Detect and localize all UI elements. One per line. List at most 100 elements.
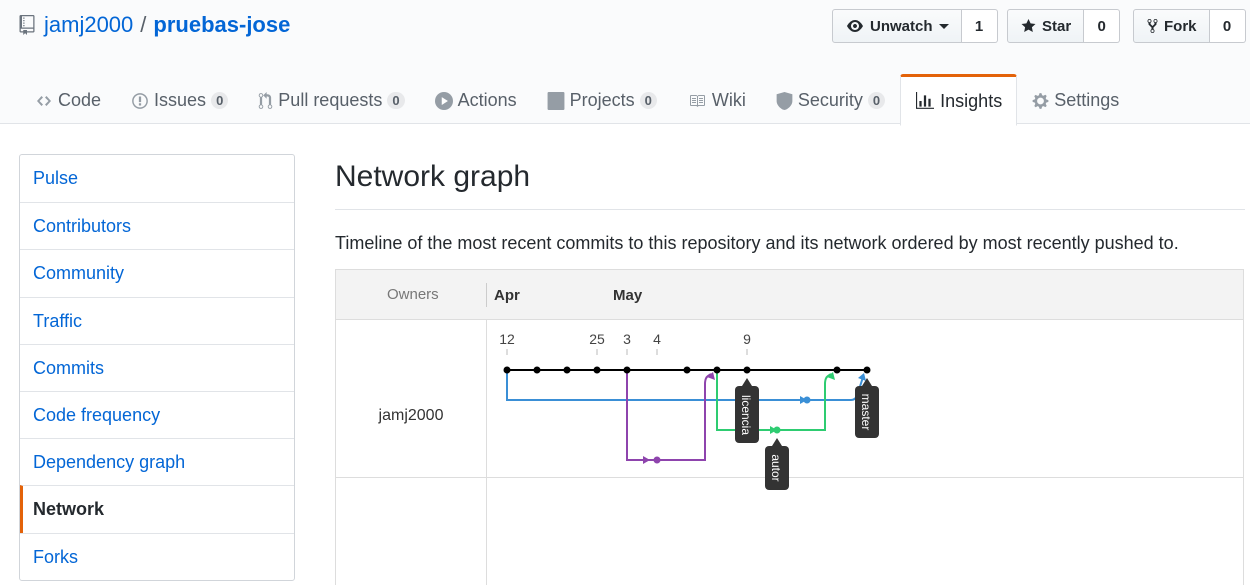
commit-dot[interactable] [743, 366, 751, 374]
branch-label-licencia-text: licencia [739, 395, 753, 435]
sidebar-item-contributors[interactable]: Contributors [20, 202, 294, 249]
play-icon [434, 91, 453, 110]
tab-wiki-label: Wiki [711, 90, 746, 110]
projects-count-badge: 0 [639, 92, 657, 109]
security-count-badge: 0 [867, 92, 886, 109]
tab-issues[interactable]: Issues 0 [116, 74, 243, 125]
repo-owner-link[interactable]: jamj2000 [44, 12, 133, 38]
shield-icon [776, 91, 793, 110]
network-graph-canvas[interactable]: 12 25 3 4 9 licencia autor master [336, 320, 1243, 500]
book-icon [689, 94, 705, 107]
sidebar-item-forks[interactable]: Forks [20, 532, 294, 580]
repo-header: jamj2000 / pruebas-jose Unwatch 1 Star 0… [0, 0, 1250, 126]
network-graph[interactable]: Owners Apr May jamj2000 12 25 3 4 9 lice… [335, 269, 1244, 585]
sidebar-item-pulse[interactable]: Pulse [20, 155, 294, 202]
repo-nav: Code Issues 0 Pull requests 0 Actions Pr… [20, 74, 1134, 126]
path-separator: / [140, 12, 147, 37]
tab-wiki[interactable]: Wiki [672, 74, 761, 125]
forks-count[interactable]: 0 [1209, 9, 1246, 43]
commit-dot[interactable] [803, 396, 811, 404]
commit-dot[interactable] [713, 366, 721, 374]
day-label: 25 [589, 331, 605, 347]
fork-icon [1147, 18, 1158, 34]
branch-label-master[interactable]: master [855, 378, 879, 438]
tab-actions[interactable]: Actions [420, 74, 532, 125]
star-label: Star [1042, 17, 1072, 35]
day-label: 12 [499, 331, 515, 347]
repo-icon [19, 15, 35, 35]
graph-icon [916, 92, 935, 109]
project-icon [547, 91, 565, 110]
day-label: 4 [653, 331, 661, 347]
sidebar-item-network[interactable]: Network [20, 485, 294, 533]
branch-line-purple [626, 370, 712, 461]
tab-security[interactable]: Security 0 [761, 74, 900, 125]
commit-dot[interactable] [593, 366, 601, 374]
tab-issues-label: Issues [154, 90, 207, 110]
sidebar-item-traffic[interactable]: Traffic [20, 296, 294, 344]
tab-settings[interactable]: Settings [1017, 74, 1134, 125]
stargazers-count[interactable]: 0 [1084, 9, 1121, 43]
tab-actions-label: Actions [457, 90, 517, 110]
commit-dot[interactable] [533, 366, 541, 374]
star-button[interactable]: Star [1007, 9, 1085, 43]
branch-merge-arrow-purple [707, 372, 715, 380]
commit-dot[interactable] [503, 366, 511, 374]
unwatch-button[interactable]: Unwatch [832, 9, 962, 43]
tab-pull-requests-label: Pull requests [278, 90, 383, 110]
pull-requests-count-badge: 0 [387, 92, 405, 109]
branch-arrow-purple [643, 456, 650, 464]
watch-group: Unwatch 1 [832, 9, 998, 43]
repo-title: jamj2000 / pruebas-jose [18, 12, 290, 38]
branch-label-autor-text: autor [769, 454, 783, 481]
tab-insights-label: Insights [940, 90, 1003, 111]
commit-dot[interactable] [623, 366, 631, 374]
sidebar-item-code-frequency[interactable]: Code frequency [20, 390, 294, 438]
fork-button[interactable]: Fork [1133, 9, 1210, 43]
pull-request-icon [259, 91, 273, 109]
branch-merge-licencia [807, 376, 864, 401]
star-group: Star 0 [1007, 9, 1121, 43]
sidebar-item-dependency-graph[interactable]: Dependency graph [20, 438, 294, 485]
commit-dot[interactable] [863, 366, 871, 374]
branch-merge-arrow-autor [827, 372, 835, 380]
day-label: 9 [743, 331, 751, 347]
gear-icon [1032, 92, 1049, 109]
commit-dot[interactable] [833, 366, 841, 374]
star-icon [1021, 19, 1036, 32]
fork-group: Fork 0 [1133, 9, 1246, 43]
chevron-down-icon [938, 23, 949, 29]
network-header: Owners Apr May [336, 270, 1243, 320]
day-label: 3 [623, 331, 631, 347]
commit-dot[interactable] [563, 366, 571, 374]
commit-dot[interactable] [683, 366, 691, 374]
insights-sidebar: Pulse Contributors Community Traffic Com… [19, 154, 295, 581]
commit-dot[interactable] [773, 426, 781, 434]
branch-label-licencia[interactable]: licencia [735, 378, 759, 443]
owners-column-label: Owners [387, 286, 439, 303]
branch-line-licencia [506, 370, 807, 401]
branch-label-autor[interactable]: autor [765, 438, 789, 490]
tab-projects[interactable]: Projects 0 [532, 74, 672, 125]
tab-code-label: Code [58, 90, 102, 110]
sidebar-item-community[interactable]: Community [20, 249, 294, 296]
code-icon [37, 95, 51, 106]
tab-code[interactable]: Code [20, 74, 116, 125]
month-label-apr: Apr [494, 287, 520, 304]
watchers-count[interactable]: 1 [961, 9, 998, 43]
branch-label-master-text: master [859, 394, 873, 431]
repo-name-link[interactable]: pruebas-jose [153, 12, 290, 38]
month-label-may: May [613, 287, 643, 304]
tab-pull-requests[interactable]: Pull requests 0 [243, 74, 419, 125]
tab-insights[interactable]: Insights [900, 74, 1018, 126]
commit-dot[interactable] [653, 456, 661, 464]
page-title: Network graph [335, 160, 531, 193]
issues-count-badge: 0 [211, 92, 229, 109]
page-description: Timeline of the most recent commits to t… [335, 233, 1179, 253]
sidebar-item-commits[interactable]: Commits [20, 343, 294, 391]
fork-label: Fork [1164, 17, 1197, 35]
unwatch-label: Unwatch [870, 17, 933, 35]
issue-icon [132, 92, 148, 109]
tab-settings-label: Settings [1054, 90, 1120, 110]
eye-icon [847, 20, 863, 32]
